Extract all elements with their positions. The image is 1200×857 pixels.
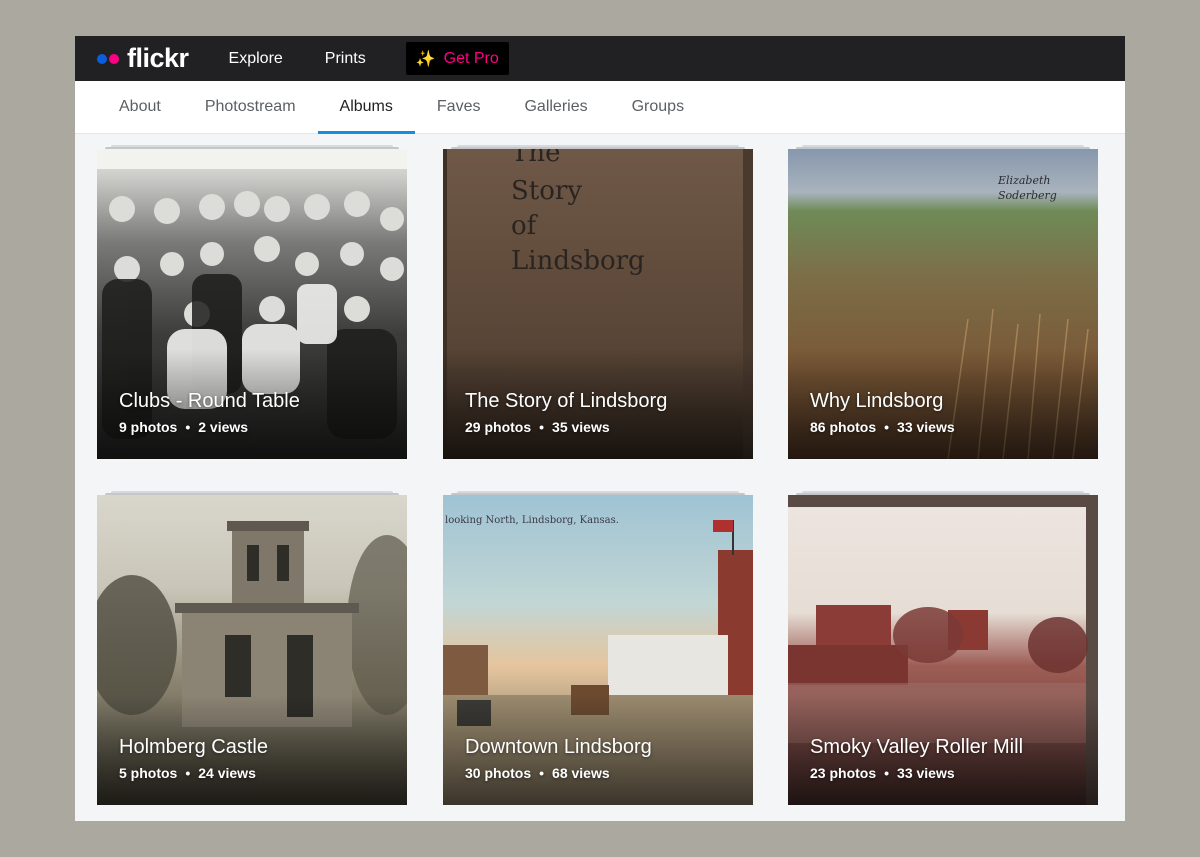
album-card-downtown-lindsborg[interactable]: looking North, Lindsborg, Kansas. Downto… [443,491,753,805]
album-photo-count: 5 photos [119,765,178,781]
nav-explore[interactable]: Explore [229,50,283,68]
cover-text-line: Soderberg [998,189,1057,202]
album-card-why-lindsborg[interactable]: Elizabeth Soderberg Why Lindsborg 86 pho… [788,145,1098,459]
meta-separator: • [185,765,191,781]
album-title: The Story of Lindsborg [465,390,668,412]
album-view-count: 68 views [552,765,610,781]
get-pro-button[interactable]: ✨ Get Pro [405,42,509,75]
album-photo-count: 9 photos [119,419,178,435]
album-view-count: 33 views [897,419,955,435]
profile-subnav: About Photostream Albums Faves Galleries… [75,81,1125,134]
album-title: Holmberg Castle [119,736,268,758]
meta-separator: • [884,765,890,781]
cover-text-line: The [511,149,560,168]
meta-separator: • [185,419,191,435]
album-card-story-of-lindsborg[interactable]: The Story of Lindsborg The Story of Lind… [443,145,753,459]
tab-albums[interactable]: Albums [317,81,416,134]
sparkle-icon: ✨ [415,50,436,68]
tab-galleries[interactable]: Galleries [502,81,609,133]
logo-blue-dot-icon [97,53,107,64]
cover-text-line: Elizabeth [997,174,1050,187]
album-meta: 5 photos • 24 views [119,765,256,781]
tab-photostream[interactable]: Photostream [183,81,318,133]
tab-groups[interactable]: Groups [610,81,706,133]
get-pro-label: Get Pro [443,49,499,67]
cover-text-line: Story [511,176,582,206]
album-title: Why Lindsborg [810,390,944,412]
album-view-count: 33 views [897,765,955,781]
cover-text-line: Lindsborg [511,246,645,276]
album-card-smoky-valley-roller-mill[interactable]: Smoky Valley Roller Mill 23 photos • 33 vi… [788,491,1098,805]
album-title: Clubs - Round Table [119,390,300,412]
album-meta: 86 photos • 33 views [810,419,955,435]
meta-separator: • [884,419,890,435]
cover-text-line: of [511,211,539,241]
meta-separator: • [539,419,545,435]
tab-about[interactable]: About [97,81,183,133]
browser-viewport: flickr Explore Prints ✨ Get Pro About Ph… [75,36,1125,821]
album-meta: 23 photos • 33 views [810,765,955,781]
album-card-holmberg-castle[interactable]: Holmberg Castle 5 photos • 24 views [97,491,407,805]
album-photo-count: 86 photos [810,419,877,435]
album-meta: 29 photos • 35 views [465,419,610,435]
tab-faves[interactable]: Faves [415,81,503,133]
nav-prints[interactable]: Prints [325,50,366,68]
album-view-count: 24 views [198,765,256,781]
logo-pink-dot-icon [109,53,119,64]
top-navigation-bar: flickr Explore Prints ✨ Get Pro [75,36,1125,81]
logo-wordmark: flickr [127,43,189,73]
album-meta: 9 photos • 2 views [119,419,248,435]
postcard-caption: looking North, Lindsborg, Kansas. [445,515,619,526]
primary-nav: Explore Prints [229,36,408,81]
album-meta: 30 photos • 68 views [465,765,610,781]
album-card-clubs-round-table[interactable]: Clubs - Round Table 9 photos • 2 views [97,145,407,459]
album-view-count: 35 views [552,419,610,435]
meta-separator: • [539,765,545,781]
album-photo-count: 23 photos [810,765,877,781]
album-photo-count: 30 photos [465,765,532,781]
album-title: Downtown Lindsborg [465,736,652,758]
album-view-count: 2 views [198,419,249,435]
album-title: Smoky Valley Roller Mill [810,736,1024,758]
album-photo-count: 29 photos [465,419,532,435]
flickr-logo[interactable]: flickr [97,36,189,81]
